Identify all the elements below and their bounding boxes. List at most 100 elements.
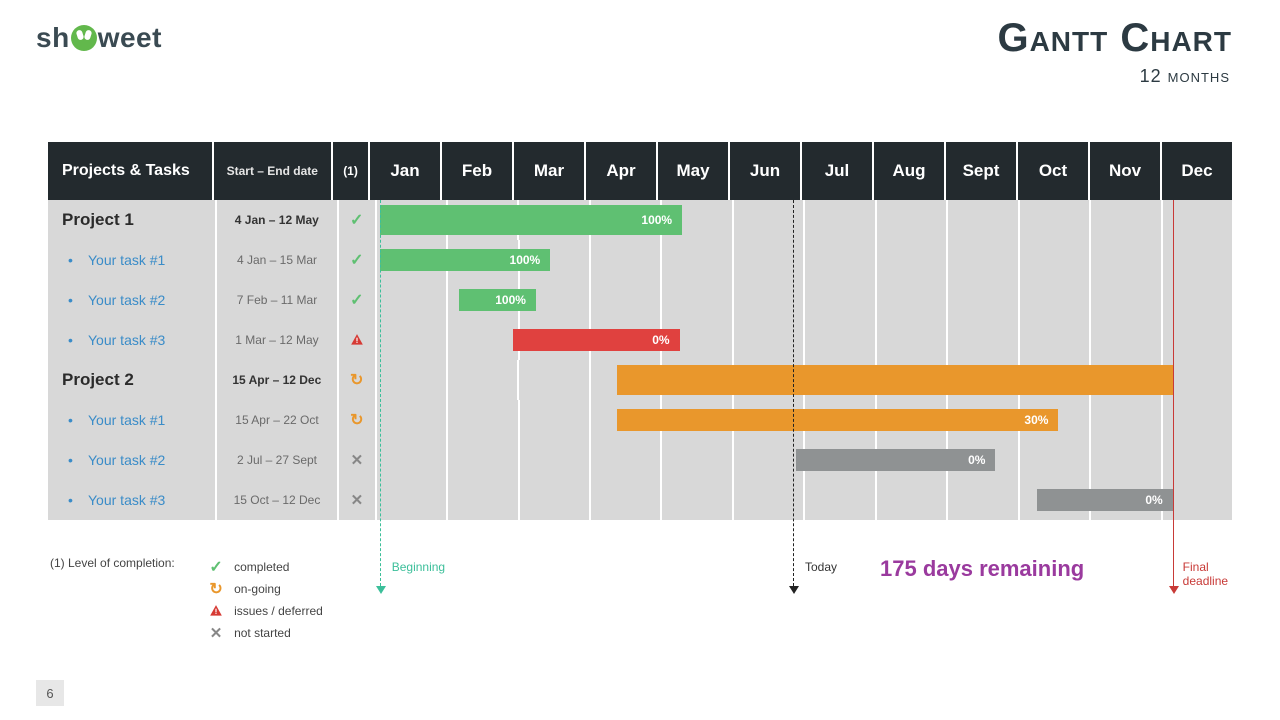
cell — [1018, 200, 1089, 240]
row-name: Project 2 — [48, 370, 215, 390]
legend-item: issues / deferred — [208, 600, 323, 622]
cell — [946, 320, 1017, 360]
cell — [803, 240, 874, 280]
warning-icon — [208, 603, 224, 619]
cell — [1089, 320, 1160, 360]
marker-redln — [1173, 200, 1174, 586]
cell — [660, 440, 731, 480]
page-subtitle: 12 months — [1140, 66, 1230, 87]
check-icon: ✓ — [349, 212, 365, 228]
cell — [589, 280, 660, 320]
cell — [875, 480, 946, 520]
cell — [1018, 280, 1089, 320]
check-icon: ✓ — [349, 252, 365, 268]
cell — [589, 240, 660, 280]
gantt-bar: 0% — [1037, 489, 1173, 511]
hdr-status: (1) — [331, 142, 368, 200]
row-dates: 7 Feb – 11 Mar — [215, 280, 337, 320]
cell — [446, 320, 517, 360]
page-title: Gantt Chart — [997, 16, 1232, 61]
cell — [803, 320, 874, 360]
cell — [518, 400, 589, 440]
cell — [946, 240, 1017, 280]
gantt-bar: 100% — [380, 249, 551, 271]
cell — [1161, 320, 1232, 360]
cross-icon: ✕ — [349, 452, 365, 468]
hdr-month: Apr — [584, 142, 656, 200]
check-icon: ✓ — [208, 559, 224, 575]
marker-black — [793, 200, 794, 586]
gantt-body: Project 14 Jan – 12 May ✓ 100% Your task #1… — [48, 200, 1232, 520]
hdr-month: Dec — [1160, 142, 1232, 200]
row-name: Your task #3 — [48, 492, 215, 508]
cell — [375, 280, 446, 320]
hdr-month: May — [656, 142, 728, 200]
task-row: Your task #27 Feb – 11 Mar✓ — [48, 280, 1232, 320]
cell — [1089, 200, 1160, 240]
cross-icon: ✕ — [208, 625, 224, 641]
row-name: Project 1 — [48, 210, 215, 230]
gantt-bar — [617, 365, 1173, 395]
refresh-icon: ↻ — [349, 372, 365, 388]
refresh-icon: ↻ — [208, 581, 224, 597]
hdr-month: Feb — [440, 142, 512, 200]
cell — [875, 280, 946, 320]
row-dates: 1 Mar – 12 May — [215, 320, 337, 360]
row-dates: 4 Jan – 12 May — [215, 200, 337, 240]
cell — [1089, 240, 1160, 280]
hdr-month: Oct — [1016, 142, 1088, 200]
hdr-month: Mar — [512, 142, 584, 200]
cell — [875, 240, 946, 280]
cell — [1089, 400, 1160, 440]
cell — [1161, 240, 1232, 280]
cell — [1161, 200, 1232, 240]
hdr-month: Aug — [872, 142, 944, 200]
cell — [446, 480, 517, 520]
cell — [518, 440, 589, 480]
cell — [518, 480, 589, 520]
row-status: ✕ — [337, 440, 375, 480]
legend-item: ↻on-going — [208, 578, 323, 600]
legend-lead: (1) Level of completion: — [50, 556, 175, 570]
cell — [446, 360, 517, 400]
row-status: ✓ — [337, 240, 375, 280]
cell — [375, 440, 446, 480]
brand-post: weet — [98, 22, 162, 53]
cell — [946, 480, 1017, 520]
warning-icon — [349, 332, 365, 348]
cell — [1089, 280, 1160, 320]
row-status: ✕ — [337, 480, 375, 520]
row-dates: 15 Apr – 22 Oct — [215, 400, 337, 440]
hdr-month: Jul — [800, 142, 872, 200]
cell — [660, 240, 731, 280]
cell — [803, 280, 874, 320]
gantt-bar: 30% — [617, 409, 1059, 431]
legend-text: issues / deferred — [234, 604, 323, 618]
task-row: Your task #22 Jul – 27 Sept✕ — [48, 440, 1232, 480]
cell — [517, 360, 588, 400]
gantt-chart: Projects & Tasks Start – End date (1) Ja… — [48, 142, 1232, 520]
cell — [1018, 320, 1089, 360]
cell — [446, 400, 517, 440]
hdr-month: Sept — [944, 142, 1016, 200]
gantt-bar: 100% — [380, 205, 682, 235]
brand-icon — [71, 25, 97, 51]
cell — [589, 440, 660, 480]
cell — [589, 480, 660, 520]
brand-pre: sh — [36, 22, 70, 53]
row-dates: 4 Jan – 15 Mar — [215, 240, 337, 280]
cell — [875, 320, 946, 360]
cell — [1161, 400, 1232, 440]
row-name: Your task #1 — [48, 412, 215, 428]
header-row: Projects & Tasks Start – End date (1) Ja… — [48, 142, 1232, 200]
cell — [375, 400, 446, 440]
row-status — [337, 320, 375, 360]
row-status: ↻ — [337, 360, 375, 400]
cell — [446, 440, 517, 480]
cell — [660, 480, 731, 520]
row-dates: 15 Oct – 12 Dec — [215, 480, 337, 520]
hdr-month: Jan — [368, 142, 440, 200]
marker-label: Final deadline — [1183, 560, 1228, 588]
gantt-bar: 0% — [513, 329, 679, 351]
hdr-month: Nov — [1088, 142, 1160, 200]
